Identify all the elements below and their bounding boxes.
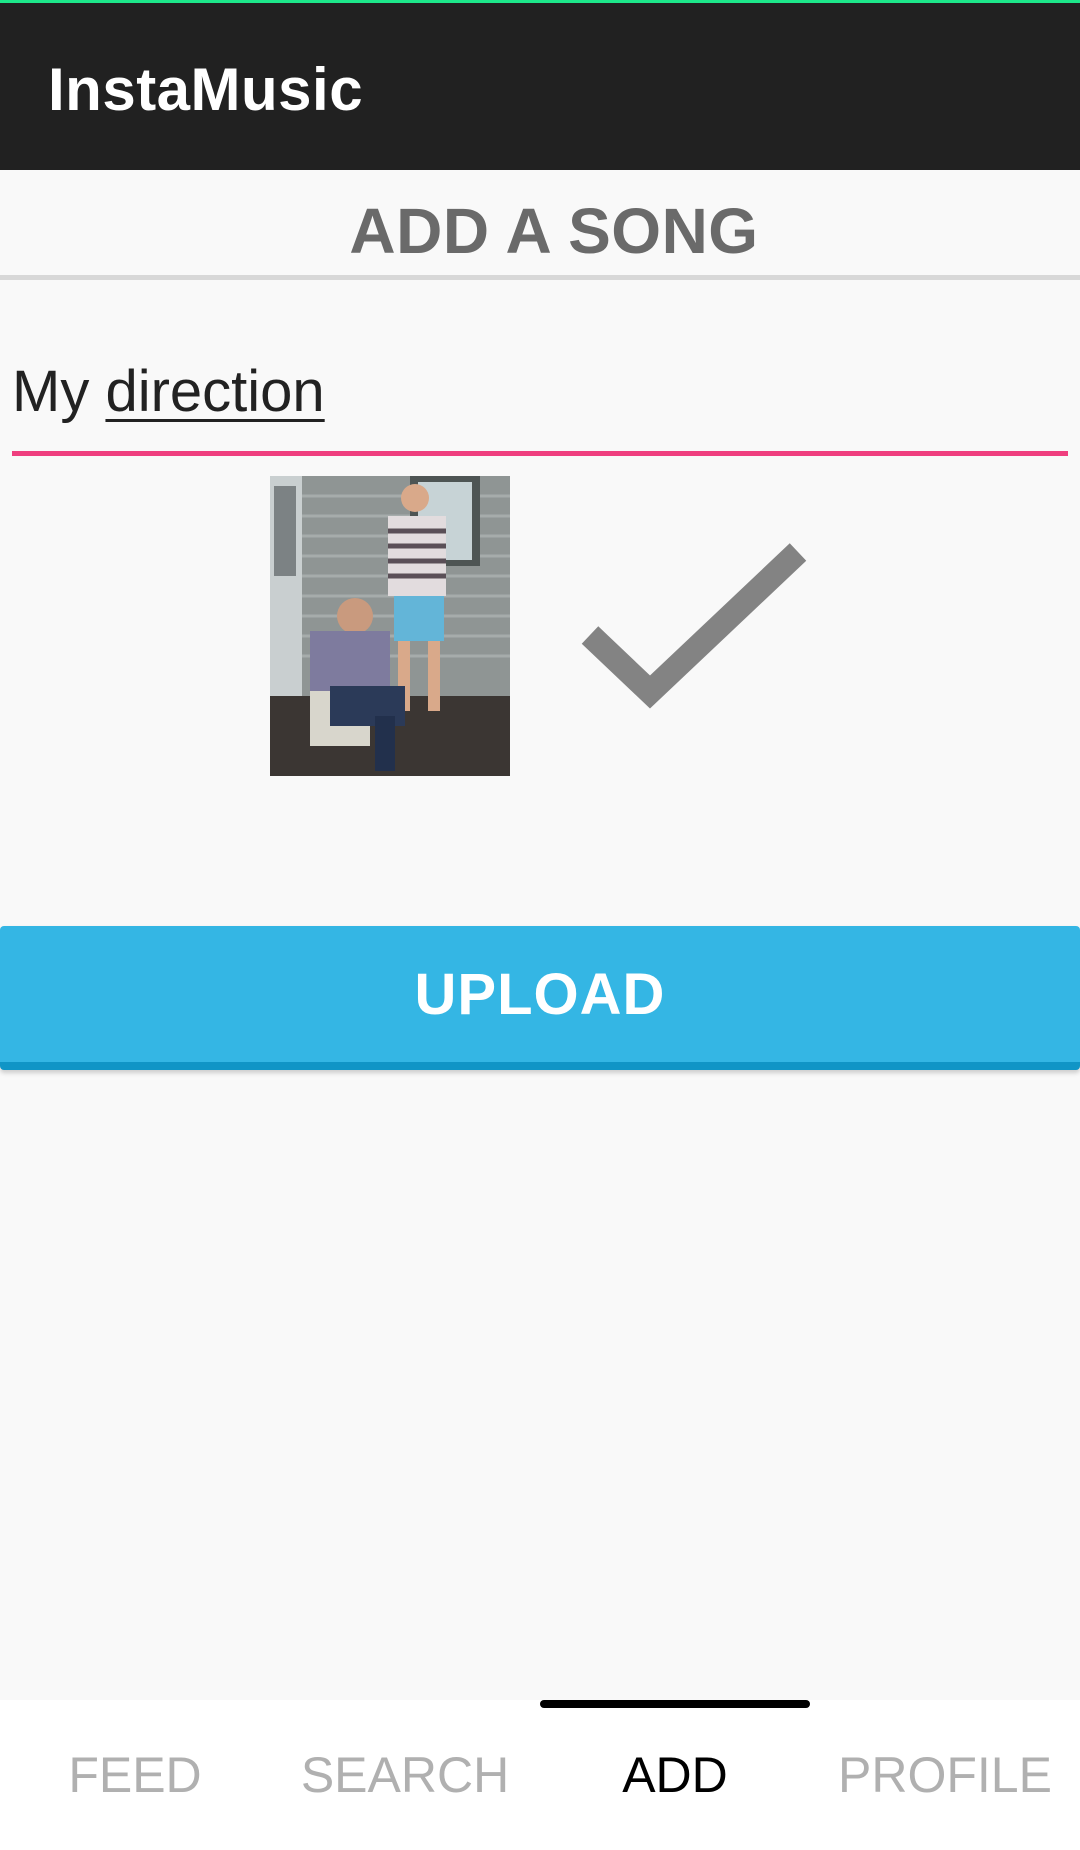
cover-photo-image (270, 476, 510, 776)
app-title: InstaMusic (48, 56, 364, 123)
app-bar: InstaMusic (0, 0, 1080, 170)
tab-profile[interactable]: PROFILE (810, 1746, 1080, 1804)
tab-feed[interactable]: FEED (0, 1746, 270, 1804)
song-name-word-1: My (12, 359, 90, 424)
checkmark-icon (578, 540, 808, 720)
cover-photo[interactable] (270, 476, 510, 776)
song-name-input[interactable]: My direction (12, 340, 1068, 456)
song-name-word-2: direction (105, 359, 325, 424)
bottom-tab-bar: FEED SEARCH ADD PROFILE (0, 1700, 1080, 1850)
section-title: ADD A SONG (349, 195, 759, 267)
upload-button[interactable]: UPLOAD (0, 926, 1080, 1070)
tab-add[interactable]: ADD (540, 1746, 810, 1804)
tab-indicator (540, 1700, 810, 1708)
tab-search[interactable]: SEARCH (270, 1746, 540, 1804)
section-header: ADD A SONG (0, 170, 1080, 280)
song-name-value: My direction (12, 358, 325, 425)
